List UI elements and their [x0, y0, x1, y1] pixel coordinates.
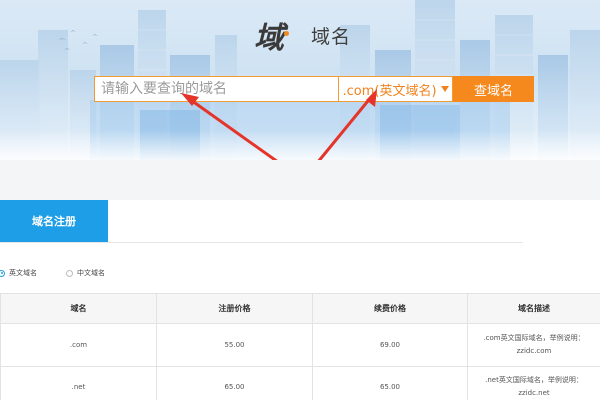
header-domain: 域名 [0, 293, 157, 324]
domain-search-input[interactable] [94, 76, 338, 102]
hero-banner: 域 域名 .com(英文域名) 查域名 [0, 0, 600, 160]
domain-suffix-select[interactable]: .com(英文域名) [338, 76, 453, 102]
search-domain-button[interactable]: 查域名 [453, 76, 534, 102]
domain-suffix-value: .com(英文域名) [342, 83, 437, 99]
radio-label-english: 英文域名 [9, 269, 37, 277]
radio-unchecked-icon[interactable] [66, 269, 73, 277]
domain-search-bar: .com(英文域名) 查域名 [94, 76, 534, 102]
cell-domain: .net [0, 366, 157, 400]
cell-renew-price: 69.00 [312, 323, 468, 367]
domain-price-table: 域名 注册价格 续费价格 域名描述 .com 55.00 69.00 .com英… [0, 293, 600, 400]
tab-strip-background [0, 160, 600, 200]
hero-fade [0, 130, 600, 160]
table-row: .net 65.00 65.00 .net英文国际域名，举例说明： zzidc.… [0, 366, 600, 400]
header-renew-price: 续费价格 [312, 293, 468, 324]
cell-renew-price: 65.00 [312, 366, 468, 400]
table-row: .com 55.00 69.00 .com英文国际域名，举例说明： zzidc.… [0, 323, 600, 367]
logo-dot-icon [284, 30, 289, 36]
logo-glyph: 域 [254, 21, 284, 56]
radio-option-chinese[interactable]: 中文域名 [66, 268, 105, 278]
radio-option-english[interactable]: 英文域名 [0, 268, 37, 278]
cell-description: .com英文国际域名，举例说明： zzidc.com [467, 323, 600, 367]
cell-domain: .com [0, 323, 157, 367]
tab-domain-registration[interactable]: 域名注册 [0, 200, 108, 242]
radio-checked-icon[interactable] [0, 269, 5, 277]
page: 域 域名 .com(英文域名) 查域名 域名注册 英文域名 [0, 0, 600, 400]
header-description: 域名描述 [467, 293, 600, 324]
cell-register-price: 55.00 [156, 323, 313, 367]
radio-label-chinese: 中文域名 [77, 269, 105, 277]
description-line: .net英文国际域名，举例说明： [485, 376, 583, 384]
tab-bar: 域名注册 [0, 200, 523, 243]
description-example: zzidc.net [518, 389, 550, 397]
cell-description: .net英文国际域名，举例说明： zzidc.net [467, 366, 600, 400]
header-register-price: 注册价格 [156, 293, 313, 324]
description-line: .com英文国际域名，举例说明： [483, 334, 585, 342]
brand-logo: 域 域名 [254, 18, 352, 56]
domain-type-options: 英文域名 中文域名 [0, 266, 105, 280]
cell-register-price: 65.00 [156, 366, 313, 400]
page-title: 域名 [311, 25, 352, 48]
description-example: zzidc.com [516, 347, 552, 355]
caret-down-icon [440, 86, 449, 92]
table-header-row: 域名 注册价格 续费价格 域名描述 [0, 293, 600, 324]
